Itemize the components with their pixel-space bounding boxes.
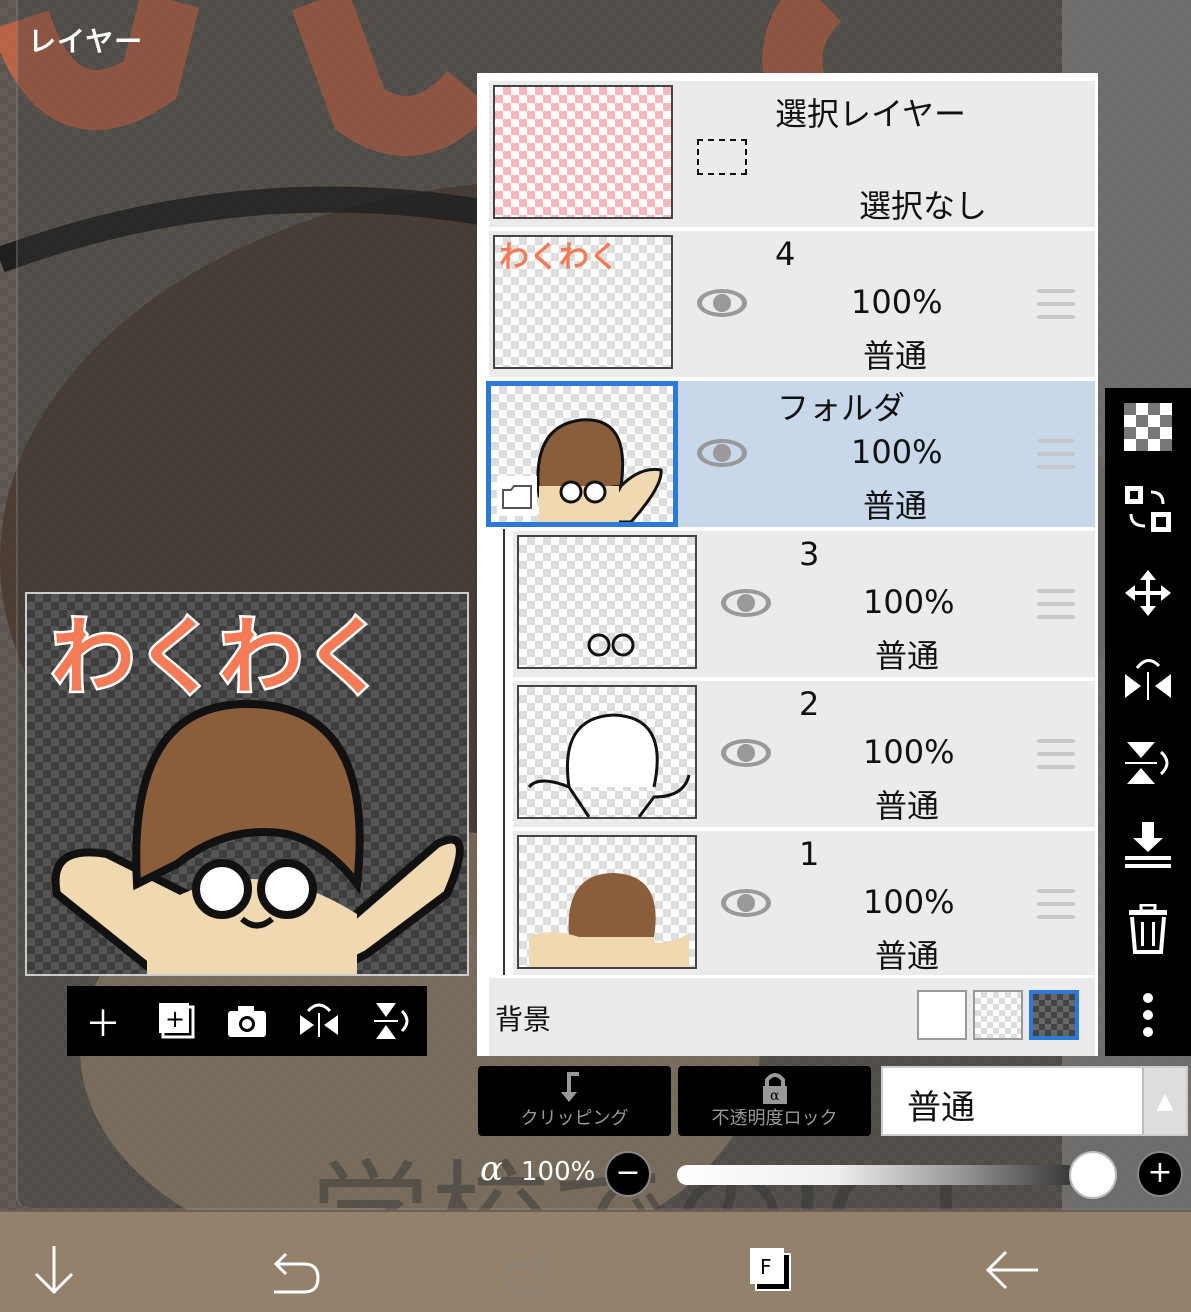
layer-name: 3 [799, 535, 820, 573]
clipping-icon [560, 1072, 579, 1102]
opacity-lock-label: 不透明度ロック [711, 1108, 838, 1129]
swap-selection-icon[interactable] [1123, 484, 1173, 534]
layer-blend-mode: 普通 [875, 637, 940, 675]
layer-row-folder[interactable]: フォルダ 100% 普通 [486, 381, 1095, 529]
camera-icon[interactable] [223, 997, 271, 1045]
opacity-decrease-button[interactable]: − [605, 1151, 651, 1197]
merge-down-icon[interactable] [1123, 820, 1173, 870]
layer-thumbnail [517, 835, 697, 969]
visibility-eye-icon[interactable] [695, 287, 749, 319]
drag-handle-icon[interactable] [1037, 439, 1075, 469]
layer-opacity: 100% [863, 583, 955, 621]
background-dark-checker-swatch[interactable] [1029, 990, 1079, 1040]
alpha-symbol: α [480, 1149, 503, 1189]
layer-thumbnail [517, 685, 697, 819]
layer-name: フォルダ [777, 389, 906, 427]
plus-icon[interactable]: ＋ [79, 997, 127, 1045]
layer-blend-mode: 普通 [875, 937, 940, 975]
background-row: 背景 [489, 978, 1095, 1056]
opacity-lock-button[interactable]: α 不透明度ロック [678, 1066, 871, 1136]
selection-layer-name: 選択レイヤー [775, 95, 967, 133]
redo-icon[interactable] [500, 1240, 560, 1300]
background-white-swatch[interactable] [917, 990, 967, 1040]
visibility-eye-icon[interactable] [695, 437, 749, 469]
arrow-down-icon[interactable] [24, 1240, 84, 1300]
blend-mode-value: 普通 [907, 1088, 975, 1128]
svg-text:F: F [760, 1255, 772, 1279]
opacity-control: α 100% − + [477, 1145, 1191, 1205]
layer-opacity: 100% [863, 883, 955, 921]
svg-text:+: + [165, 1005, 185, 1033]
lock-icon: α [762, 1073, 787, 1104]
visibility-eye-icon[interactable] [719, 587, 773, 619]
preview-toolbar: ＋ + [67, 986, 427, 1056]
visibility-eye-icon[interactable] [719, 737, 773, 769]
drag-handle-icon[interactable] [1037, 289, 1075, 319]
opacity-slider-knob[interactable] [1069, 1151, 1117, 1199]
opacity-slider-track[interactable] [677, 1165, 1077, 1185]
layer-name: 2 [799, 685, 820, 723]
background-checker-swatch[interactable] [973, 990, 1023, 1040]
selection-layer-thumbnail [493, 85, 673, 219]
drag-handle-icon[interactable] [1037, 589, 1075, 619]
layer-row[interactable]: 3 100% 普通 [513, 531, 1095, 679]
layer-name: 1 [799, 835, 820, 873]
panel-title: レイヤー [28, 25, 144, 58]
visibility-eye-icon[interactable] [719, 887, 773, 919]
back-arrow-icon[interactable] [982, 1240, 1042, 1300]
layer-list: 選択レイヤー 選択なし わくわく 4 100% 普通 フォルダ 100% 普通 … [477, 73, 1098, 1056]
drag-handle-icon[interactable] [1037, 889, 1075, 919]
layer-blend-mode: 普通 [875, 787, 940, 825]
layers-icon[interactable]: F [742, 1240, 802, 1300]
layer-blend-mode: 普通 [863, 337, 928, 375]
undo-icon[interactable] [264, 1240, 324, 1300]
flip-horizontal-icon[interactable] [1123, 654, 1173, 704]
selection-status: 選択なし [859, 187, 988, 225]
background-label: 背景 [495, 1003, 552, 1036]
preview-artwork: わくわく [49, 606, 464, 974]
blend-mode-select[interactable]: 普通 ▲ [881, 1066, 1188, 1136]
bottom-navigation: F [0, 1212, 1191, 1312]
flip-vertical-icon[interactable] [1123, 738, 1173, 788]
alpha-value: 100% [521, 1157, 596, 1187]
trash-icon[interactable] [1123, 904, 1173, 954]
layer-row[interactable]: 1 100% 普通 [513, 831, 1095, 977]
selection-marquee-icon [697, 139, 747, 175]
dropdown-arrow-icon[interactable]: ▲ [1142, 1068, 1186, 1134]
layer-preview: わくわく [25, 592, 469, 976]
layer-row[interactable]: わくわく 4 100% 普通 [489, 231, 1095, 379]
move-icon[interactable] [1123, 568, 1173, 618]
flip-vertical-icon[interactable] [367, 997, 415, 1045]
layer-tool-column [1105, 388, 1191, 1056]
more-icon[interactable] [1123, 990, 1173, 1040]
opacity-increase-button[interactable]: + [1137, 1151, 1183, 1197]
svg-text:わくわく: わくわく [499, 240, 619, 275]
layer-opacity: 100% [851, 433, 943, 471]
layer-thumbnail: わくわく [493, 235, 673, 369]
preview-title-text: わくわく [51, 608, 387, 706]
selection-layer-row[interactable]: 選択レイヤー 選択なし [489, 81, 1095, 229]
layer-opacity: 100% [863, 733, 955, 771]
folder-thumbnail [486, 381, 678, 527]
layer-name: 4 [775, 235, 796, 273]
layer-opacity: 100% [851, 283, 943, 321]
drag-handle-icon[interactable] [1037, 739, 1075, 769]
clipping-label: クリッピング [520, 1108, 629, 1129]
folder-child-line [503, 529, 505, 975]
add-layer-icon[interactable]: + [151, 997, 199, 1045]
layer-row[interactable]: 2 100% 普通 [513, 681, 1095, 829]
svg-text:α: α [770, 1088, 780, 1104]
layer-blend-mode: 普通 [863, 487, 928, 525]
transparent-icon[interactable] [1123, 402, 1173, 452]
layer-thumbnail [517, 535, 697, 669]
flip-horizontal-icon[interactable] [295, 997, 343, 1045]
clipping-button[interactable]: クリッピング [478, 1066, 671, 1136]
